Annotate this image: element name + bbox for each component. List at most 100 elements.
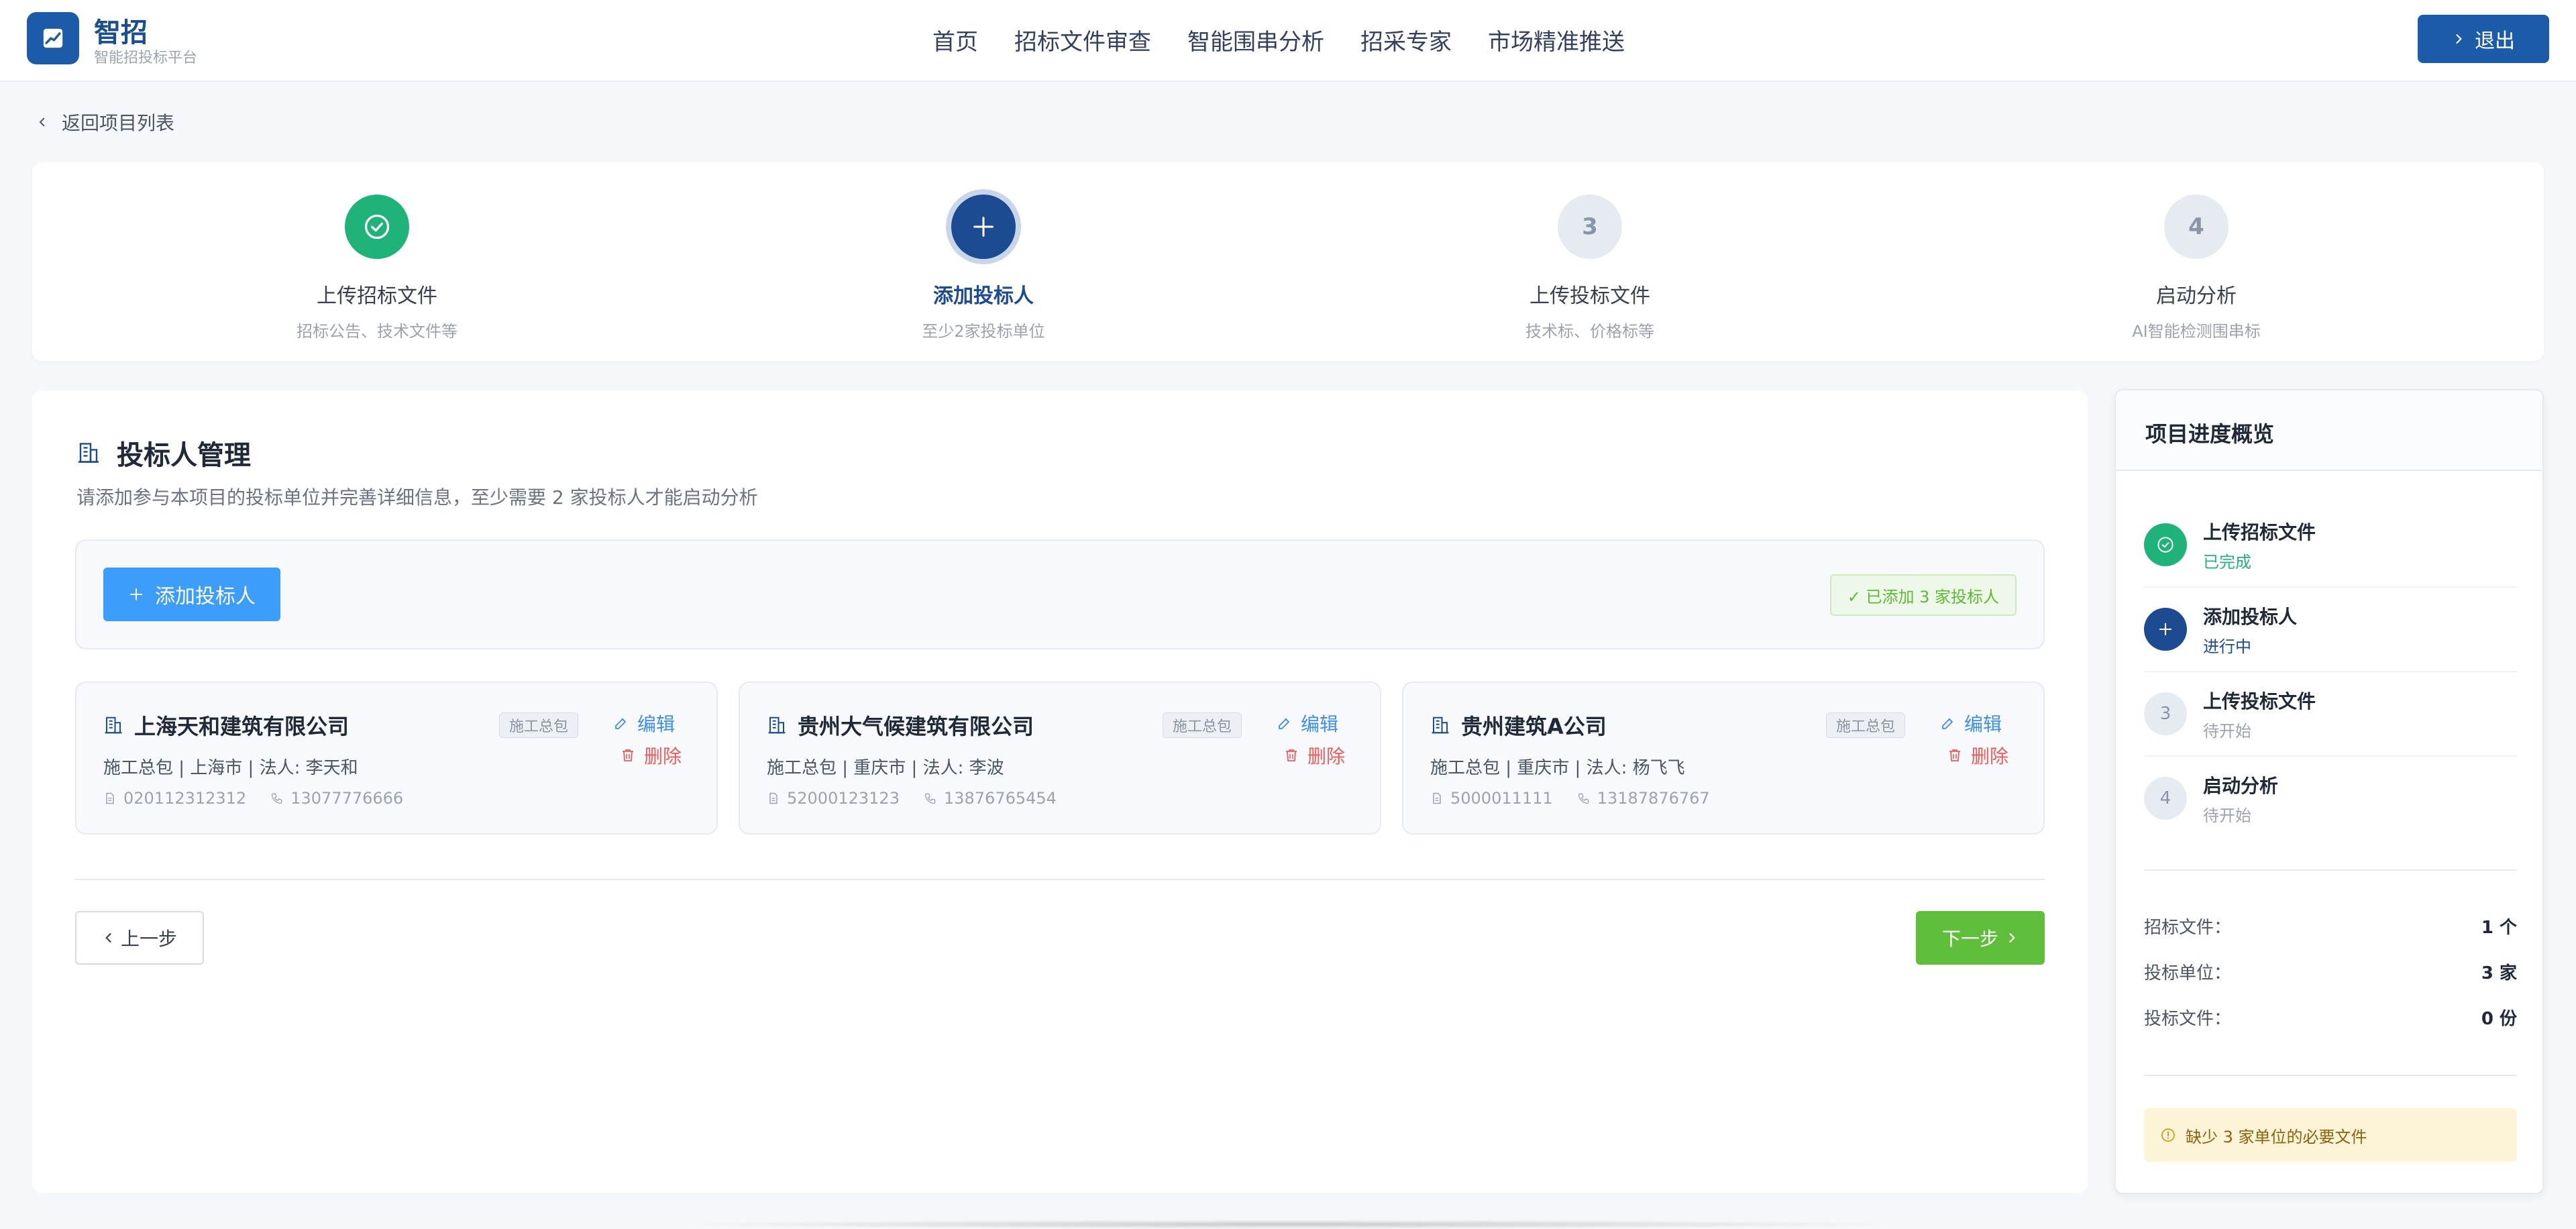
step-4-number: 4 xyxy=(2164,195,2229,259)
stat-tender-files: 招标文件： 1 个 xyxy=(2144,912,2517,939)
warning-info-icon xyxy=(2161,1128,2175,1142)
building-icon xyxy=(78,443,99,463)
stat-tender-files-label: 招标文件： xyxy=(2144,917,2232,938)
bidder-1-delete-label: 删除 xyxy=(644,745,682,767)
back-to-project-list[interactable]: 返回项目列表 xyxy=(36,109,174,136)
step-1: 上传招标文件 招标公告、技术文件等 xyxy=(176,195,578,341)
trash-icon xyxy=(623,749,633,761)
prev-step-label: 上一步 xyxy=(120,928,177,950)
stat-tender-files-value: 1 个 xyxy=(2481,917,2517,938)
bidder-2-delete-button[interactable]: 删除 xyxy=(1283,742,1345,769)
bidder-1-contact: 020112312312 13077776666 xyxy=(103,789,427,808)
progress-item-2: 添加投标人 进行中 xyxy=(2144,588,2517,672)
bidder-3-contact: 5000011111 13187876767 xyxy=(1430,789,1734,808)
bidder-3-name: 贵州建筑A公司 xyxy=(1430,710,1607,741)
bidder-1-meta: 施工总包 | 上海市 | 法人: 李天和 xyxy=(103,758,358,778)
sidebar-header: 项目进度概览 xyxy=(2116,390,2542,471)
bidder-3-name-text: 贵州建筑A公司 xyxy=(1461,714,1607,739)
progress-3-status: 待开始 xyxy=(2203,722,2251,741)
section-description: 请添加参与本项目的投标单位并完善详细信息，至少需要 2 家投标人才能启动分析 xyxy=(76,486,758,509)
prev-step-button[interactable]: 上一步 xyxy=(75,911,204,965)
bidder-3-edit-button[interactable]: 编辑 xyxy=(1940,710,2002,737)
logo-chart-icon[interactable] xyxy=(27,12,79,64)
brand-title: 智招 xyxy=(94,17,148,48)
bidder-3-edit-label: 编辑 xyxy=(1964,713,2002,735)
step-1-title: 上传招标文件 xyxy=(317,284,437,308)
bidder-3-delete-label: 删除 xyxy=(1971,745,2009,767)
project-progress-sidebar: 项目进度概览 上传招标文件 已完成 添加投标人 进行中 3 上传投标文件 待开始… xyxy=(2114,389,2544,1194)
nav-home[interactable]: 首页 xyxy=(932,23,978,56)
bidder-2-delete-label: 删除 xyxy=(1307,745,1346,767)
nav-collusion-analysis[interactable]: 智能围串分析 xyxy=(1187,23,1324,56)
main-nav: 首页 招标文件审查 智能围串分析 招采专家 市场精准推送 xyxy=(932,0,1625,79)
building-icon xyxy=(768,716,786,734)
chevron-right-icon xyxy=(2456,34,2462,44)
progress-4-title: 启动分析 xyxy=(2203,775,2279,797)
chevron-left-icon xyxy=(40,117,45,127)
phone-icon xyxy=(272,793,282,804)
bidder-2-name: 贵州大气候建筑有限公司 xyxy=(767,710,1034,741)
document-icon xyxy=(106,792,114,804)
progress-2-status: 进行中 xyxy=(2203,637,2251,656)
bidder-3-doc-no: 5000011111 xyxy=(1450,789,1553,808)
step-1-desc: 招标公告、技术文件等 xyxy=(297,322,458,341)
bidder-2-tag: 施工总包 xyxy=(1163,712,1242,738)
add-bidder-button[interactable]: 添加投标人 xyxy=(103,568,280,621)
logout-label: 退出 xyxy=(2475,30,2515,53)
brand-subtitle: 智能招投标平台 xyxy=(94,50,198,66)
bidder-2-name-text: 贵州大气候建筑有限公司 xyxy=(798,714,1034,739)
bidder-card-3: 贵州建筑A公司 施工总包 编辑 删除 施工总包 | 重庆市 | 法人: 杨飞飞 xyxy=(1402,682,2045,835)
bidder-card-2: 贵州大气候建筑有限公司 施工总包 编辑 删除 施工总包 | 重庆市 | 法人: … xyxy=(739,682,1381,835)
bidder-2-contact: 52000123123 13876765454 xyxy=(767,789,1081,808)
trash-icon xyxy=(1286,749,1297,761)
section-title-text: 投标人管理 xyxy=(117,440,251,471)
bidder-2-phone: 13876765454 xyxy=(943,789,1057,808)
trash-icon xyxy=(1949,749,1960,761)
progress-item-4: 4 启动分析 待开始 xyxy=(2144,757,2517,841)
warning-text: 缺少 3 家单位的必要文件 xyxy=(2186,1127,2367,1146)
bidder-count-badge: ✓ 已添加 3 家投标人 xyxy=(1829,574,2017,616)
progress-1-check-icon xyxy=(2144,523,2187,566)
section-divider xyxy=(75,879,2045,880)
step-4-title: 启动分析 xyxy=(2156,284,2237,308)
progress-1-status: 已完成 xyxy=(2203,553,2251,572)
progress-1-title: 上传招标文件 xyxy=(2203,521,2316,543)
bidder-3-delete-button[interactable]: 删除 xyxy=(1947,742,2008,769)
step-2: 添加投标人 至少2家投标单位 xyxy=(782,195,1185,341)
bidder-1-name-text: 上海天和建筑有限公司 xyxy=(134,714,350,739)
nav-tender-review[interactable]: 招标文件审查 xyxy=(1014,23,1151,56)
progress-3-title: 上传投标文件 xyxy=(2203,690,2316,712)
nav-market-push[interactable]: 市场精准推送 xyxy=(1488,23,1625,56)
building-icon xyxy=(105,716,122,734)
next-step-button[interactable]: 下一步 xyxy=(1916,911,2045,965)
bidder-1-tag: 施工总包 xyxy=(499,712,579,738)
step-4-desc: AI智能检测围串标 xyxy=(2132,322,2261,341)
stat-bid-files-label: 投标文件： xyxy=(2144,1008,2232,1029)
bidder-1-name: 上海天和建筑有限公司 xyxy=(103,710,349,741)
step-2-title: 添加投标人 xyxy=(933,284,1034,308)
document-icon xyxy=(769,792,777,804)
bidder-management-panel: 投标人管理 请添加参与本项目的投标单位并完善详细信息，至少需要 2 家投标人才能… xyxy=(32,390,2088,1193)
bidder-1-edit-label: 编辑 xyxy=(637,713,676,735)
edit-icon xyxy=(1279,718,1289,729)
sidebar-title: 项目进度概览 xyxy=(2145,421,2275,447)
step-3-desc: 技术标、价格标等 xyxy=(1525,322,1654,341)
progress-4-status: 待开始 xyxy=(2203,806,2251,825)
sidebar-divider xyxy=(2144,1075,2517,1076)
bidder-2-doc-no: 52000123123 xyxy=(787,789,900,808)
bidder-1-edit-button[interactable]: 编辑 xyxy=(613,710,675,737)
bidder-3-meta: 施工总包 | 重庆市 | 法人: 杨飞飞 xyxy=(1430,758,1685,778)
bidder-1-delete-button[interactable]: 删除 xyxy=(620,742,682,769)
phone-icon xyxy=(924,793,936,804)
add-bidder-label: 添加投标人 xyxy=(155,585,256,608)
stat-bidder-units: 投标单位： 3 家 xyxy=(2144,958,2517,985)
next-step-label: 下一步 xyxy=(1941,928,1998,950)
section-title: 投标人管理 xyxy=(76,433,251,472)
chevron-right-icon xyxy=(2009,933,2015,943)
stat-bid-files: 投标文件： 0 份 xyxy=(2144,1004,2517,1030)
logout-button[interactable]: 退出 xyxy=(2418,15,2549,63)
stat-bidder-units-label: 投标单位： xyxy=(2144,963,2232,983)
chevron-left-icon xyxy=(105,933,111,943)
nav-procurement-expert[interactable]: 招采专家 xyxy=(1360,23,1452,56)
bidder-2-edit-button[interactable]: 编辑 xyxy=(1277,710,1338,737)
